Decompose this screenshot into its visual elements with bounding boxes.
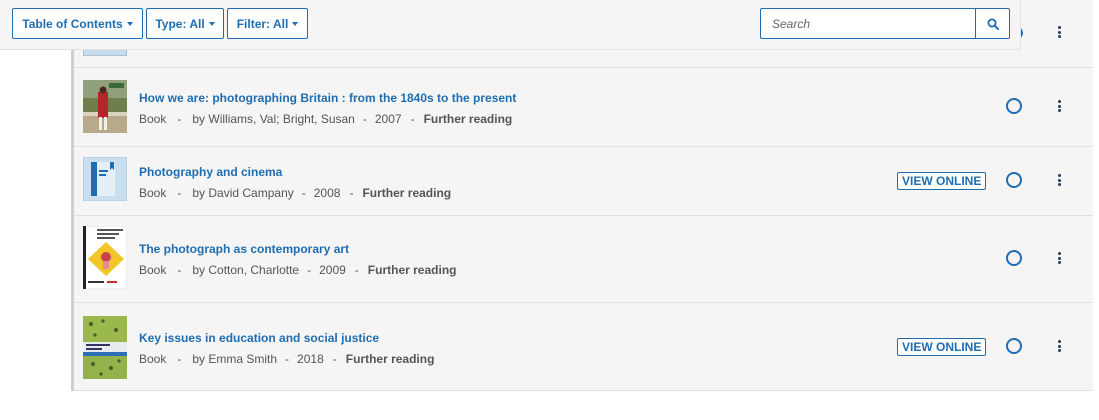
meta-separator: - <box>177 352 182 366</box>
item-type: Book <box>139 112 167 126</box>
more-options-icon[interactable] <box>1056 340 1062 352</box>
meta-separator: - <box>301 186 306 200</box>
item-type: Book <box>139 352 167 366</box>
item-meta: Book - by David Campany - 2008 - Further… <box>139 186 451 200</box>
item-meta: Book - by Williams, Val; Bright, Susan -… <box>139 112 512 126</box>
meta-separator: - <box>285 352 290 366</box>
item-title-link[interactable]: The photograph as contemporary art <box>139 242 349 256</box>
filter-label: Filter: All <box>236 16 289 31</box>
view-online-button[interactable]: VIEW ONLINE <box>897 172 987 190</box>
list-item: Photography and cinema Book - by David C… <box>74 147 1093 215</box>
type-filter-dropdown[interactable]: Type: All <box>146 8 224 39</box>
more-options-icon[interactable] <box>1056 100 1062 112</box>
meta-separator: - <box>307 263 312 277</box>
caret-down-icon <box>126 22 133 26</box>
filter-dropdown[interactable]: Filter: All <box>227 8 308 39</box>
item-category: Further reading <box>345 352 435 366</box>
meta-separator: - <box>177 112 182 126</box>
table-of-contents-dropdown[interactable]: Table of Contents <box>12 8 143 39</box>
search-input[interactable] <box>760 8 975 39</box>
item-meta: Book - by Cotton, Charlotte - 2009 - Fur… <box>139 263 456 277</box>
item-authors: by Cotton, Charlotte <box>192 263 300 277</box>
book-placeholder-image <box>83 157 127 201</box>
item-year: 2009 <box>319 263 346 277</box>
book-cover-how-we-are[interactable] <box>83 80 127 133</box>
previous-item-more-icon[interactable] <box>1056 26 1062 38</box>
meta-separator: - <box>410 112 415 126</box>
search-button[interactable] <box>975 8 1010 39</box>
search-box <box>760 8 1010 39</box>
list-item: How we are: photographing Britain : from… <box>74 68 1093 146</box>
more-options-icon[interactable] <box>1056 252 1062 264</box>
caret-down-icon <box>292 22 299 26</box>
book-cover-image <box>83 80 127 133</box>
item-title-link[interactable]: Key issues in education and social justi… <box>139 331 379 345</box>
view-online-button[interactable]: VIEW ONLINE <box>897 338 987 356</box>
book-cover-image <box>83 316 127 379</box>
item-type: Book <box>139 186 167 200</box>
list-item: Key issues in education and social justi… <box>74 303 1093 391</box>
book-cover-photograph-contemporary-art[interactable] <box>83 226 127 289</box>
item-year: 2018 <box>297 352 324 366</box>
list-item: The photograph as contemporary art Book … <box>74 216 1093 302</box>
book-cover-key-issues[interactable] <box>83 316 127 379</box>
item-year: 2008 <box>313 186 341 200</box>
item-title-link[interactable]: How we are: photographing Britain : from… <box>139 91 516 105</box>
table-of-contents-label: Table of Contents <box>22 16 123 31</box>
meta-separator: - <box>349 186 354 200</box>
item-meta: Book - by Emma Smith - 2018 - Further re… <box>139 352 434 366</box>
item-year: 2007 <box>374 112 402 126</box>
more-options-icon[interactable] <box>1056 174 1062 186</box>
item-category: Further reading <box>367 263 457 277</box>
search-icon <box>987 18 999 30</box>
item-category: Further reading <box>362 186 452 200</box>
meta-separator: - <box>332 352 337 366</box>
select-circle-icon[interactable] <box>1006 98 1022 114</box>
select-circle-icon[interactable] <box>1006 172 1022 188</box>
item-type: Book <box>139 263 167 277</box>
generic-book-icon[interactable] <box>83 157 127 201</box>
item-title-link[interactable]: Photography and cinema <box>139 165 282 179</box>
select-circle-icon[interactable] <box>1006 250 1022 266</box>
meta-separator: - <box>177 263 182 277</box>
list-toolbar: Table of Contents Type: All Filter: All <box>0 0 1021 50</box>
item-authors: by Williams, Val; Bright, Susan <box>192 112 355 126</box>
select-circle-icon[interactable] <box>1006 338 1022 354</box>
item-authors: by Emma Smith <box>192 352 278 366</box>
previous-item-thumbnail <box>83 50 127 56</box>
meta-separator: - <box>354 263 359 277</box>
meta-separator: - <box>362 112 367 126</box>
item-authors: by David Campany <box>192 186 294 200</box>
caret-down-icon <box>208 22 215 26</box>
type-filter-label: Type: All <box>155 16 205 31</box>
book-cover-image <box>83 226 127 289</box>
meta-separator: - <box>177 186 182 200</box>
item-category: Further reading <box>423 112 513 126</box>
